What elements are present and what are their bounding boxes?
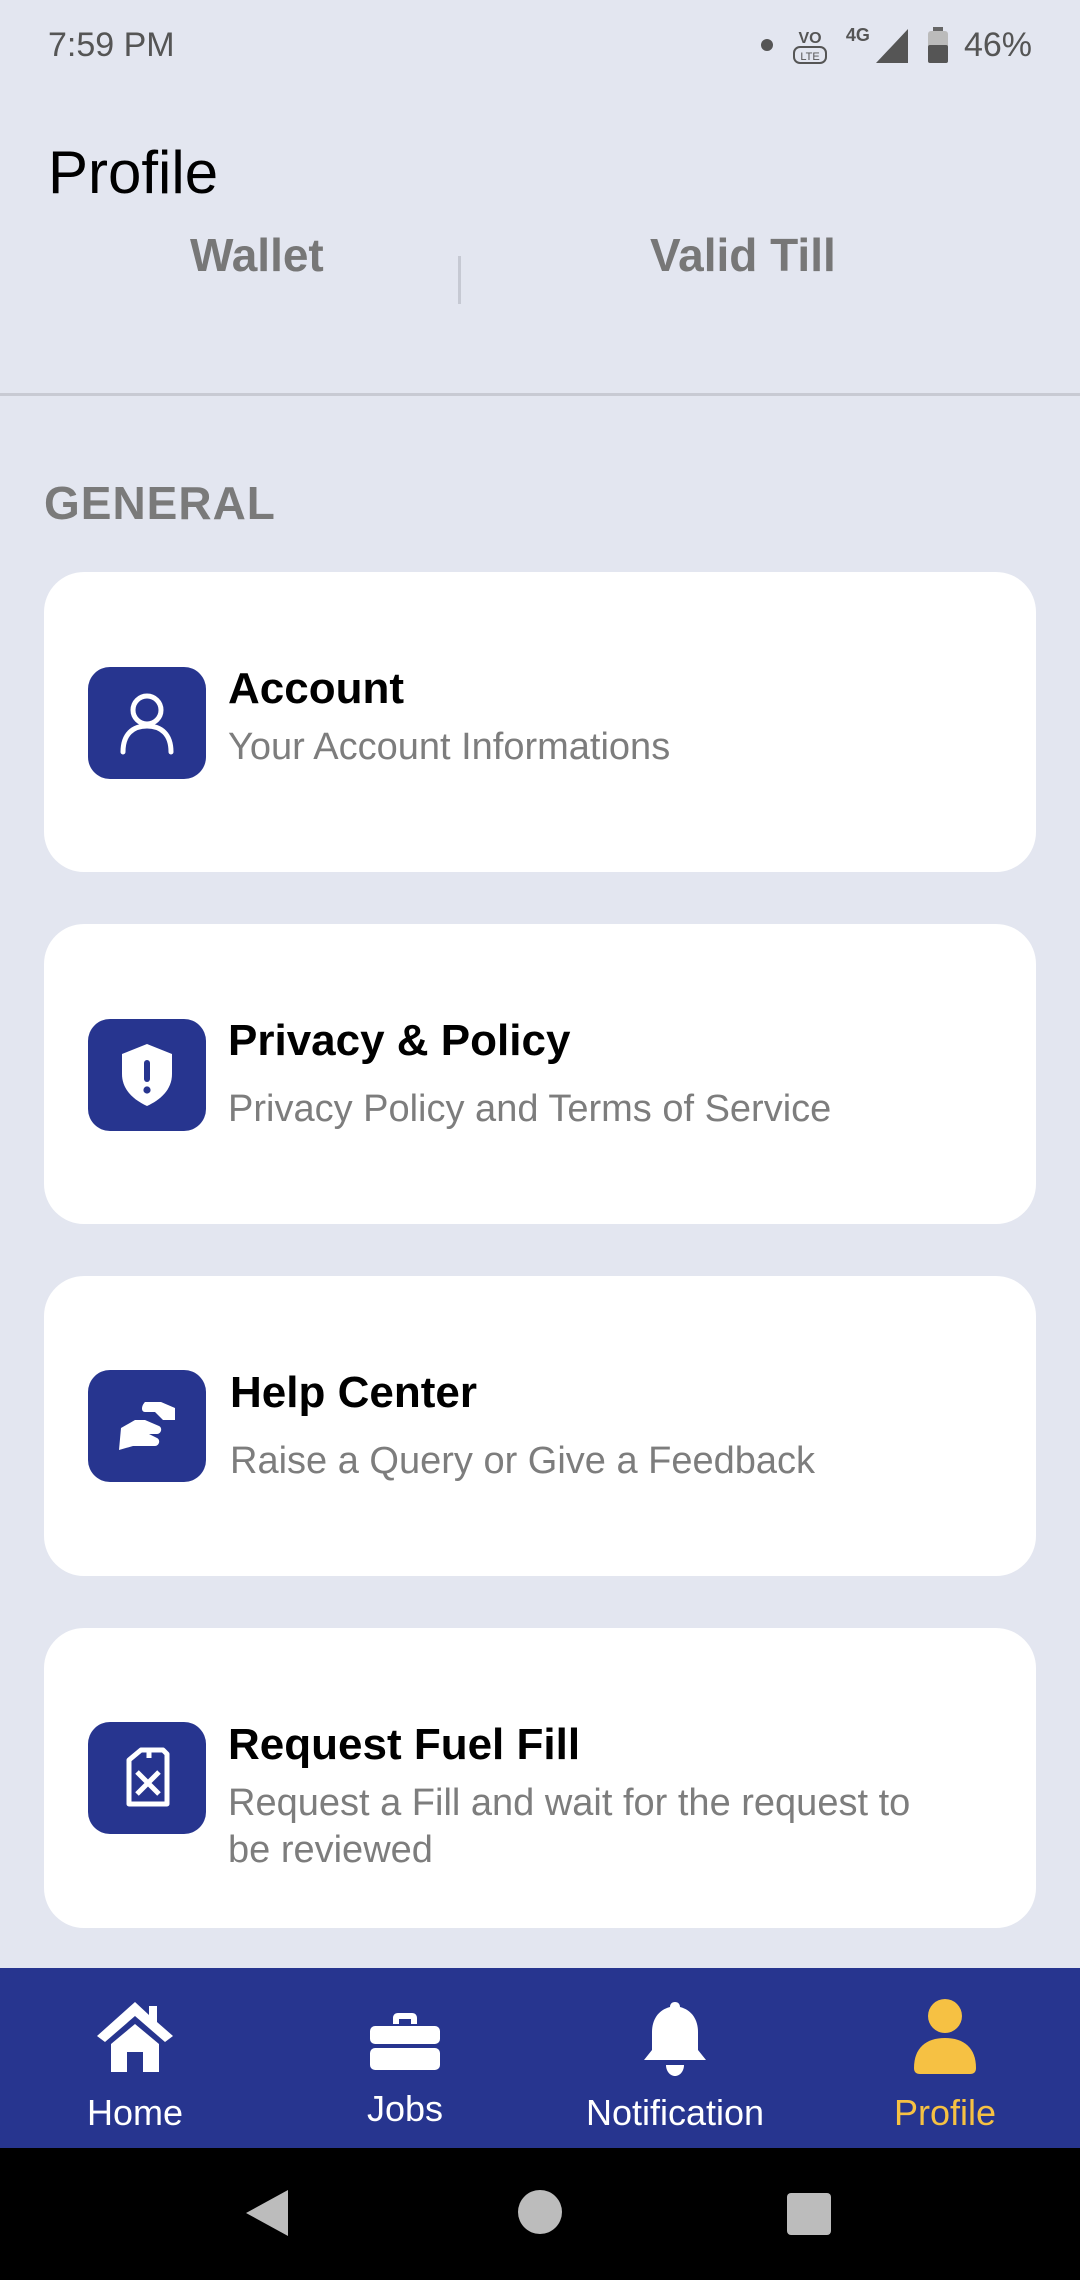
nav-home-label: Home	[86, 2092, 184, 2133]
volte-icon: VO LTE	[788, 23, 832, 67]
fuel-can-icon	[88, 1722, 206, 1834]
person-icon	[912, 1998, 978, 2081]
request-fuel-fill-card[interactable]: Request Fuel Fill Request a Fill and wai…	[44, 1628, 1036, 1928]
system-navigation-bar	[0, 2148, 1080, 2280]
battery-level: 46%	[963, 25, 1032, 64]
wallet-label: Wallet	[190, 229, 324, 281]
account-title: Account	[228, 664, 404, 713]
handshake-icon	[88, 1370, 206, 1482]
status-time: 7:59 PM	[48, 25, 175, 64]
section-title: GENERAL	[44, 477, 276, 529]
request-fuel-fill-subtitle: Request a Fill and wait for the request …	[228, 1782, 911, 1871]
page-title: Profile	[48, 139, 219, 206]
network-type: 4G	[845, 24, 870, 45]
battery-icon	[926, 25, 950, 65]
briefcase-icon	[369, 2012, 441, 2077]
nav-profile-label: Profile	[893, 2092, 997, 2133]
nav-home[interactable]: Home	[0, 1968, 270, 2148]
account-card[interactable]: Account Your Account Informations	[44, 572, 1036, 872]
section-divider	[0, 393, 1080, 396]
status-bar: 7:59 PM VO LTE 4G 46%	[0, 0, 1080, 90]
privacy-policy-subtitle: Privacy Policy and Terms of Service	[228, 1088, 832, 1130]
shield-alert-icon	[88, 1019, 206, 1131]
signal-icon	[872, 25, 912, 65]
nav-profile[interactable]: Profile	[810, 1968, 1080, 2148]
privacy-policy-card[interactable]: Privacy & Policy Privacy Policy and Term…	[44, 924, 1036, 1224]
nav-jobs[interactable]: Jobs	[270, 1968, 540, 2148]
nav-jobs-label: Jobs	[366, 2088, 444, 2129]
recents-icon[interactable]	[786, 2192, 832, 2241]
nav-notification-label: Notification	[585, 2092, 765, 2133]
valid-till-label: Valid Till	[650, 229, 836, 281]
privacy-policy-title: Privacy & Policy	[228, 1016, 571, 1065]
user-icon	[88, 667, 206, 779]
account-subtitle: Your Account Informations	[228, 726, 671, 768]
help-center-card[interactable]: Help Center Raise a Query or Give a Feed…	[44, 1276, 1036, 1576]
home-icon	[95, 1998, 175, 2079]
svg-text:VO: VO	[798, 30, 821, 47]
stats-divider	[458, 256, 461, 304]
home-button-icon[interactable]	[516, 2188, 564, 2241]
back-icon[interactable]	[244, 2188, 290, 2243]
svg-text:LTE: LTE	[800, 51, 819, 63]
help-center-title: Help Center	[230, 1368, 477, 1417]
status-icons: VO LTE 4G 46%	[760, 23, 1032, 67]
nav-notification[interactable]: Notification	[540, 1968, 810, 2148]
bell-icon	[642, 1998, 708, 2083]
help-center-subtitle: Raise a Query or Give a Feedback	[230, 1440, 816, 1482]
request-fuel-fill-title: Request Fuel Fill	[228, 1720, 581, 1769]
stats-row: Wallet Valid Till	[0, 220, 1080, 320]
bottom-navigation: Home Jobs Notification Profile	[0, 1968, 1080, 2148]
notification-dot-icon	[760, 38, 774, 52]
